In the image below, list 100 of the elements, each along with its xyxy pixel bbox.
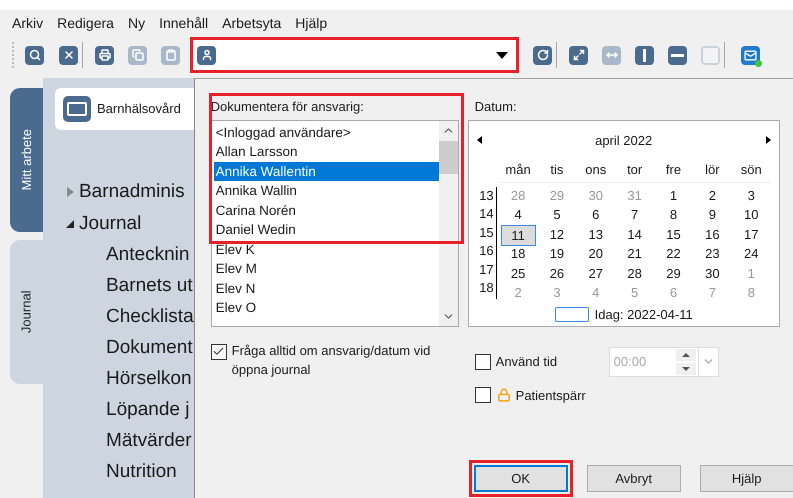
calendar-day[interactable]: 29 [654,264,693,283]
calendar-day[interactable]: 6 [576,205,616,224]
calendar-day[interactable]: 13 [576,224,616,246]
list-item[interactable]: <Inloggad användare> [214,122,439,142]
calendar-day[interactable]: 20 [576,244,616,264]
calendar-day[interactable]: 28 [615,264,654,283]
next-month-icon[interactable] [766,136,771,144]
list-item[interactable]: Daniel Wedin [214,220,439,240]
calendar-day[interactable]: 5 [538,205,576,224]
calendar-day[interactable]: 16 [692,224,732,246]
scrollbar[interactable] [438,120,458,326]
checkbox-label: Fråga alltid om ansvarig/datum vid öppna journal [232,342,432,378]
menu-item[interactable]: Innehåll [159,12,208,34]
expand-icon[interactable] [569,46,588,64]
menu-item[interactable]: Ny [128,12,146,34]
close-icon[interactable] [59,46,78,64]
tree-item[interactable]: Barnets ut [106,272,193,301]
field-label: Dokumentera för ansvarig: [210,98,365,116]
calendar-day[interactable]: 21 [615,244,654,264]
tree-item[interactable]: Mätvärder [106,427,192,456]
calendar-day[interactable]: 24 [732,244,771,264]
dialog-button[interactable]: Hjälp [700,465,793,492]
search-icon[interactable] [25,46,44,64]
calendar-day[interactable]: 30 [692,264,732,283]
checkbox[interactable] [474,354,491,370]
folder-icon [63,96,91,122]
dialog-button[interactable]: Avbryt [586,465,681,492]
week-number: 18 [478,279,494,297]
tree-item[interactable]: Journal [79,210,142,238]
weekday-label: tor [626,161,644,179]
menu-item[interactable]: Redigera [57,12,114,34]
user-dropdown[interactable] [190,37,519,73]
horizontal-split-icon[interactable] [668,46,687,64]
calendar-day[interactable]: 15 [654,224,693,246]
week-number: 16 [478,242,494,260]
side-tab[interactable]: Mitt arbete [10,88,43,232]
tree-item[interactable]: Dokument [106,334,193,363]
workspace-card[interactable]: Barnhälsovård [55,88,194,130]
calendar-day[interactable]: 26 [538,264,576,283]
menu-item[interactable]: Arbetsyta [222,12,282,34]
calendar-month[interactable]: april 2022 [595,130,652,150]
spinner[interactable] [676,348,696,374]
calendar-day[interactable]: 3 [732,186,771,205]
printer-icon[interactable] [95,46,114,64]
calendar-day[interactable]: 12 [538,224,576,246]
tree-item[interactable]: Checklista [106,303,194,332]
menu-item[interactable]: Arkiv [12,12,44,34]
calendar-day[interactable]: 17 [732,224,771,246]
calendar-day[interactable]: 7 [615,205,654,224]
calendar-day[interactable]: 23 [692,244,732,264]
week-number: 17 [478,260,494,278]
list-item[interactable]: Carina Norén [214,200,439,220]
scrollbar-thumb[interactable] [438,140,458,174]
mail-icon[interactable] [741,46,760,64]
calendar-day[interactable]: 11 [500,224,536,246]
weekday-label: sön [740,161,763,179]
tree-item[interactable]: Barnadminis [79,178,185,206]
calendar-day[interactable]: 27 [576,264,616,283]
expanded-triangle-icon[interactable] [65,220,75,228]
tree-item[interactable]: Antecknin [106,241,190,270]
refresh-icon[interactable] [533,46,552,64]
dialog-button[interactable]: OK [474,465,568,492]
side-tab[interactable]: Journal [10,240,43,384]
calendar-day[interactable]: 19 [538,244,576,264]
calendar-day[interactable]: 4 [498,205,538,224]
tree-item[interactable]: Hörselkon [106,365,192,394]
previous-month-icon[interactable] [476,136,482,144]
checkbox[interactable] [210,344,227,360]
calendar-day[interactable]: 2 [692,186,732,205]
weekday-label: lör [704,161,721,179]
calendar-day[interactable]: 10 [732,205,771,224]
calendar[interactable]: april 2022 mån tis ons tor fre lör sön 13 14 15 16 17 18 28 29 30 31 1 2 3 4 5 6 7 8 9 10 11 12 13 14 15 16 17 18 19 20 21 22 23 24 25 26 27 28 29 30 1 2 3 4 5 6 7 8 Idag: 2022-04-11 [468,120,780,326]
vertical-split-icon[interactable] [635,46,654,64]
list-item[interactable]: Allan Larsson [214,142,439,162]
list-item[interactable]: Annika Wallin [214,181,439,200]
tree-item[interactable]: Nutrition [106,458,177,487]
dropdown-caret-icon [496,52,508,58]
calendar-day[interactable]: 22 [654,244,693,264]
responsible-list[interactable]: <Inloggad användare> Allan Larsson Annika Wallentin Annika Wallin Carina Norén Daniel Wedin Elev K Elev M Elev N Elev O [210,120,459,326]
calendar-day[interactable]: 14 [615,224,654,246]
weekday-label: fre [664,161,682,179]
list-item[interactable]: Elev N [214,278,439,298]
list-item[interactable]: Elev O [214,298,439,318]
list-item[interactable]: Elev K [214,240,439,259]
today-marker [554,306,589,322]
calendar-day[interactable]: 25 [498,264,538,283]
menu-item[interactable]: Hjälp [295,12,328,34]
lock-icon [496,388,511,402]
calendar-day[interactable]: 8 [654,205,693,224]
calendar-day[interactable]: 9 [692,205,732,224]
field-label: Datum: [474,98,518,116]
tree-item[interactable]: Löpande j [106,396,190,425]
list-item[interactable]: Elev M [214,259,439,278]
calendar-day[interactable]: 18 [498,244,538,264]
today-link[interactable]: Idag: 2022-04-11 [594,304,693,324]
checkbox[interactable] [474,387,491,404]
checkbox-label: Patientspärr [516,386,586,405]
week-number: 14 [478,205,494,223]
list-item[interactable]: Annika Wallentin [214,162,439,181]
calendar-day[interactable]: 1 [654,186,693,205]
